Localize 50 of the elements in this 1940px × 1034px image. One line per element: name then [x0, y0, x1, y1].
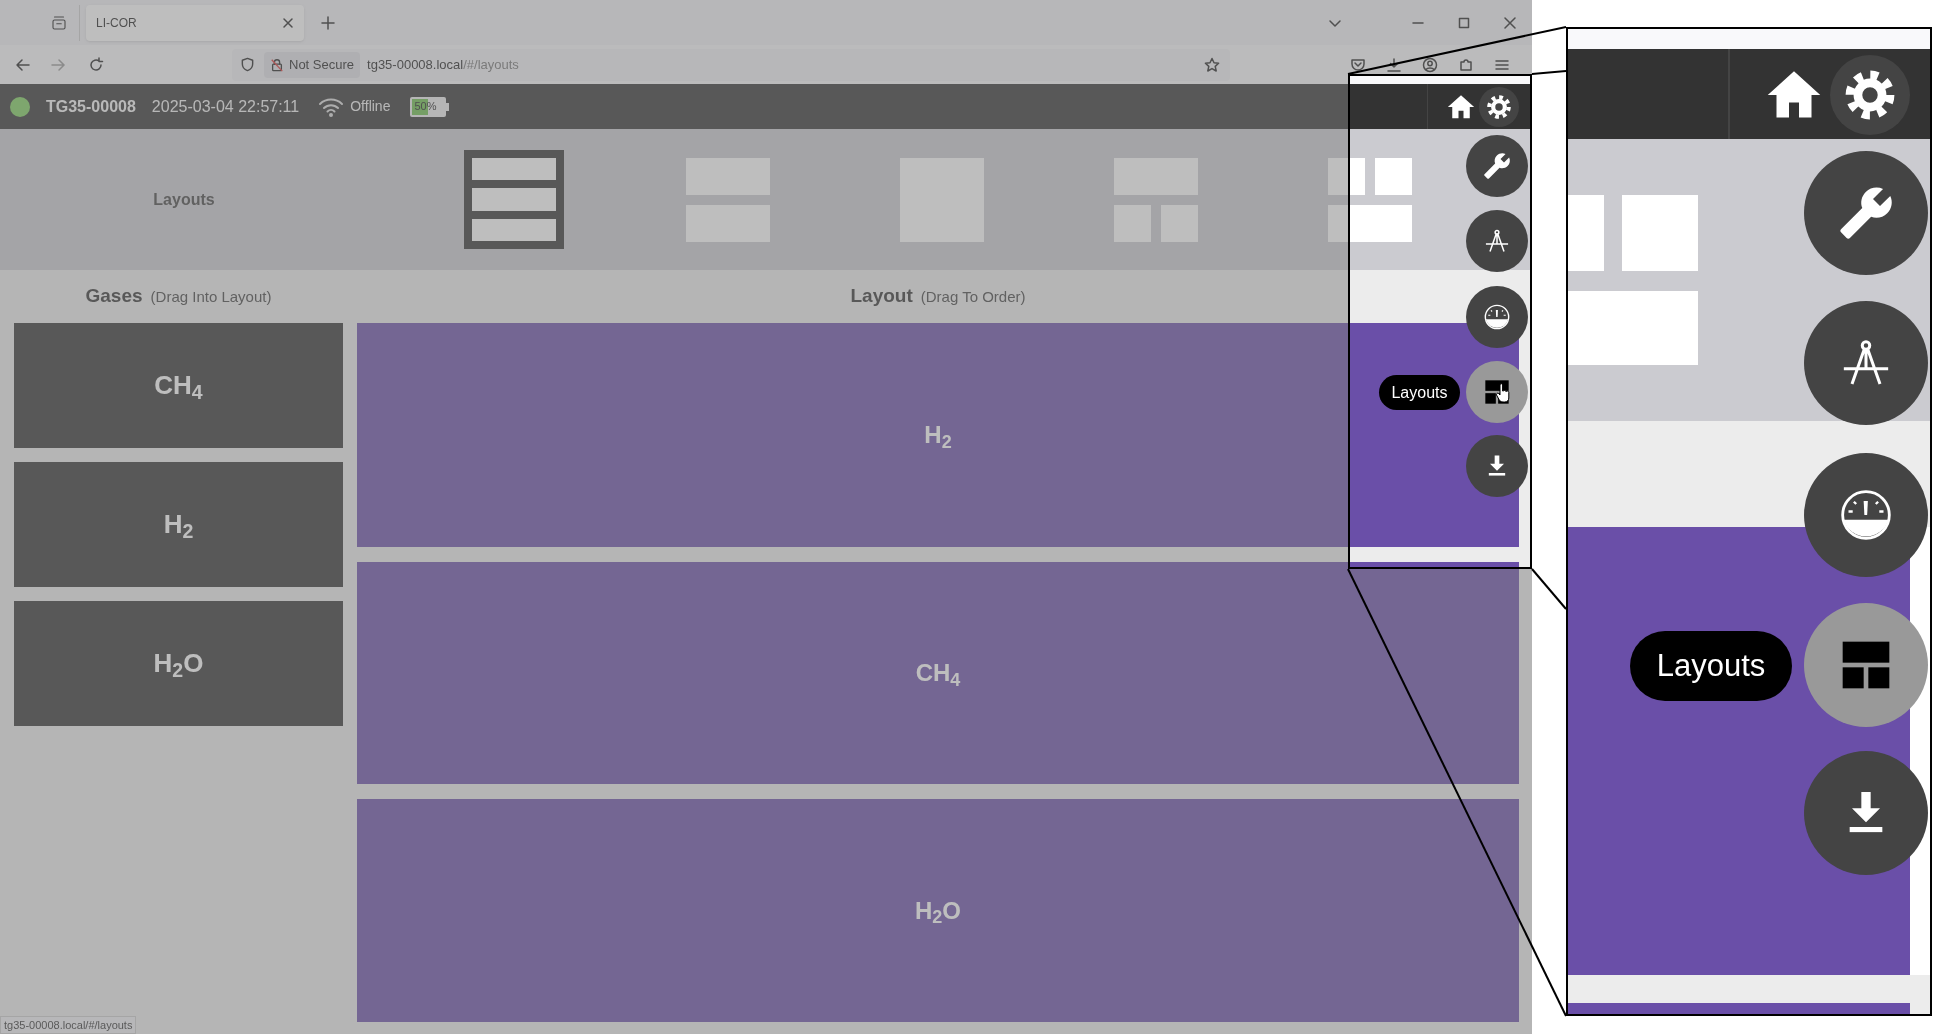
gauge-icon [1838, 487, 1894, 543]
panel-label: CH$_{4}$ [915, 658, 961, 691]
close-icon[interactable] [1504, 16, 1516, 29]
layout-panel[interactable]: CH$_{4}$ [357, 562, 1519, 784]
gauge-icon [1483, 303, 1511, 331]
wrench-icon [1838, 185, 1894, 241]
puzzle-icon[interactable] [1458, 56, 1474, 73]
date-time: 2025-03-04 22:57:11 [151, 96, 300, 117]
shield-icon[interactable] [240, 57, 255, 72]
account-icon[interactable] [1422, 56, 1438, 73]
section-title: Gases [85, 284, 143, 309]
reload-icon[interactable] [88, 56, 104, 73]
settings-icon [1485, 92, 1513, 121]
tooltip: Layouts [1630, 631, 1792, 701]
settings-button[interactable] [1479, 86, 1519, 127]
gas-card[interactable]: CH$_{4}$ [14, 323, 343, 448]
section-hint: (Drag Into Layout) [150, 287, 272, 308]
download-icon[interactable] [1386, 56, 1402, 73]
layout-panel[interactable]: H$_{2}$O [357, 799, 1519, 1022]
gas-label: H$_{2}$O [153, 647, 204, 683]
gas-card[interactable]: H$_{2}$ [14, 462, 343, 587]
tooltip: Layouts [1379, 375, 1460, 410]
panel-label: H$_{2}$ [924, 420, 952, 453]
star-icon[interactable] [1204, 56, 1220, 73]
address-bar[interactable]: Not Secure tg35-00008.local/#/layouts [232, 48, 1230, 81]
url-text[interactable]: tg35-00008.local/#/layouts [367, 54, 519, 75]
section-hint: (Drag To Order) [920, 287, 1026, 308]
wifi-icon [318, 96, 345, 117]
maximize-icon[interactable] [1458, 16, 1470, 29]
panel-label: H$_{2}$O [915, 895, 961, 929]
device-name: TG35-00008 [46, 96, 136, 117]
site-security-button[interactable]: Not Secure [264, 51, 361, 78]
wrench-icon [1483, 152, 1511, 180]
close-icon[interactable] [282, 16, 294, 29]
back-icon[interactable] [15, 56, 31, 73]
section-title: Layout [850, 284, 913, 309]
pocket-icon[interactable] [1350, 56, 1366, 73]
pointer-hand-icon [1495, 383, 1511, 403]
lock-slash-icon [270, 57, 284, 72]
gas-label: CH$_{4}$ [154, 369, 203, 405]
compass-icon [1483, 227, 1511, 255]
tab-title: LI-COR [96, 14, 138, 32]
network-status: Offline [350, 97, 391, 116]
gas-label: H$_{2}$ [163, 508, 194, 544]
section-label: Layouts [153, 189, 215, 210]
tab-list-icon[interactable] [49, 13, 68, 32]
new-tab-icon[interactable] [320, 14, 336, 31]
browser-tab[interactable]: LI-COR [86, 4, 304, 41]
layout-option[interactable] [1328, 157, 1412, 242]
gas-card[interactable]: H$_{2}$O [14, 601, 343, 726]
